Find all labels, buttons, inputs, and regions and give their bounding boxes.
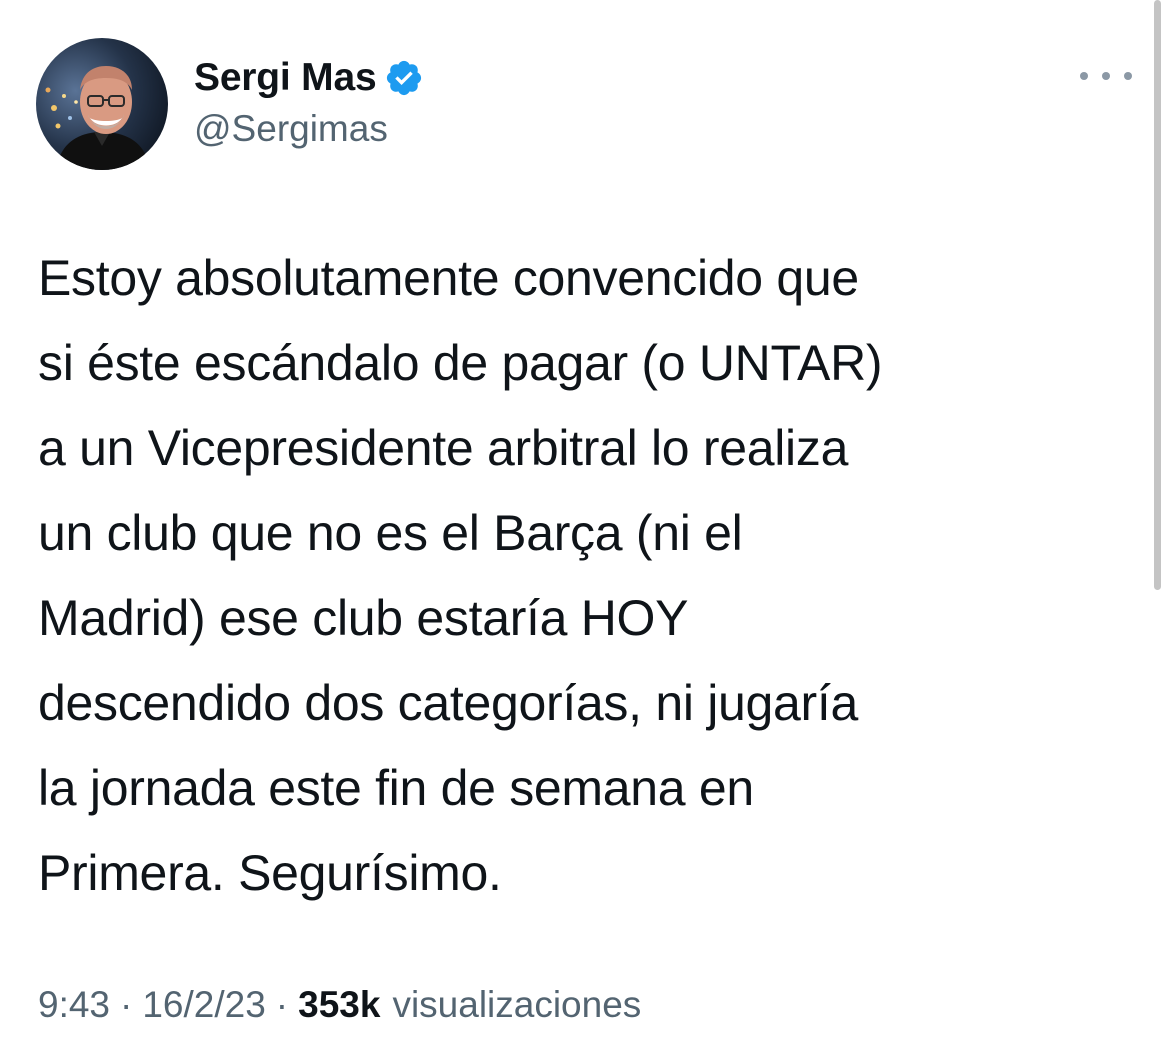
meta-separator: ·: [275, 984, 289, 1025]
meta-separator: ·: [120, 984, 133, 1025]
author-handle[interactable]: @Sergimas: [194, 108, 388, 150]
tweet-meta: 9:43 · 16/2/23 · 353k visualizaciones: [38, 984, 641, 1026]
avatar[interactable]: [36, 38, 168, 170]
tweet-date[interactable]: 16/2/23: [142, 984, 265, 1026]
author-display-name[interactable]: Sergi Mas: [194, 56, 377, 100]
verified-badge-icon: [384, 58, 424, 98]
tweet-text: Estoy absolutamente convencido que si és…: [38, 250, 883, 901]
profile-photo: [36, 38, 168, 170]
views-count[interactable]: 353k: [298, 984, 380, 1026]
author-name-row[interactable]: Sergi Mas: [194, 52, 424, 104]
views-label[interactable]: visualizaciones: [392, 984, 641, 1026]
tweet-time[interactable]: 9:43: [38, 984, 110, 1026]
scrollbar[interactable]: [1154, 0, 1161, 590]
more-options-icon[interactable]: [1080, 60, 1132, 92]
